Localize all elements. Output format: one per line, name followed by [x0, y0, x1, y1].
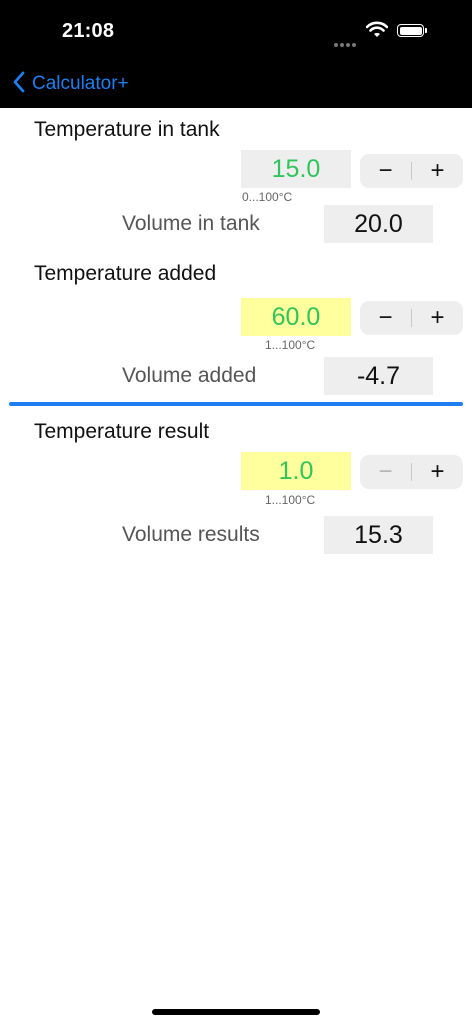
status-time: 21:08 [62, 20, 115, 42]
section-title-result: Temperature result [34, 420, 210, 443]
temperature-result-stepper[interactable]: − + [360, 455, 463, 489]
temperature-added-stepper[interactable]: − + [360, 301, 463, 335]
range-label: 1...100°C [265, 493, 316, 507]
signal-dots-icon [334, 34, 358, 52]
volume-added-field[interactable]: -4.7 [324, 357, 433, 395]
temperature-added-field[interactable]: 60.0 [241, 298, 351, 336]
range-label: 1...100°C [265, 338, 316, 352]
volume-added-label: Volume added [122, 364, 257, 387]
temperature-tank-field[interactable]: 15.0 [241, 150, 351, 188]
volume-results-label: Volume results [122, 523, 260, 546]
volume-tank-label: Volume in tank [122, 212, 260, 235]
decrement-button[interactable]: − [360, 154, 411, 188]
increment-button[interactable]: + [412, 455, 463, 489]
navigation-bar: Calculator+ [0, 60, 472, 108]
section-title-added: Temperature added [34, 262, 217, 285]
decrement-button[interactable]: − [360, 455, 411, 489]
decrement-button[interactable]: − [360, 301, 411, 335]
chevron-left-icon [12, 71, 26, 98]
home-indicator [152, 1009, 320, 1015]
battery-icon [397, 24, 427, 37]
section-divider [9, 402, 463, 406]
increment-button[interactable]: + [412, 154, 463, 188]
wifi-icon [365, 21, 389, 43]
temperature-tank-stepper[interactable]: − + [360, 154, 463, 188]
volume-results-field[interactable]: 15.3 [324, 516, 433, 554]
increment-button[interactable]: + [412, 301, 463, 335]
section-title-tank: Temperature in tank [34, 118, 220, 141]
back-button[interactable]: Calculator+ [12, 70, 129, 98]
status-bar: 21:08 [0, 0, 472, 60]
temperature-result-field[interactable]: 1.0 [241, 452, 351, 490]
range-label: 0...100°C [242, 190, 293, 204]
back-label: Calculator+ [32, 73, 129, 94]
volume-tank-field[interactable]: 20.0 [324, 205, 433, 243]
